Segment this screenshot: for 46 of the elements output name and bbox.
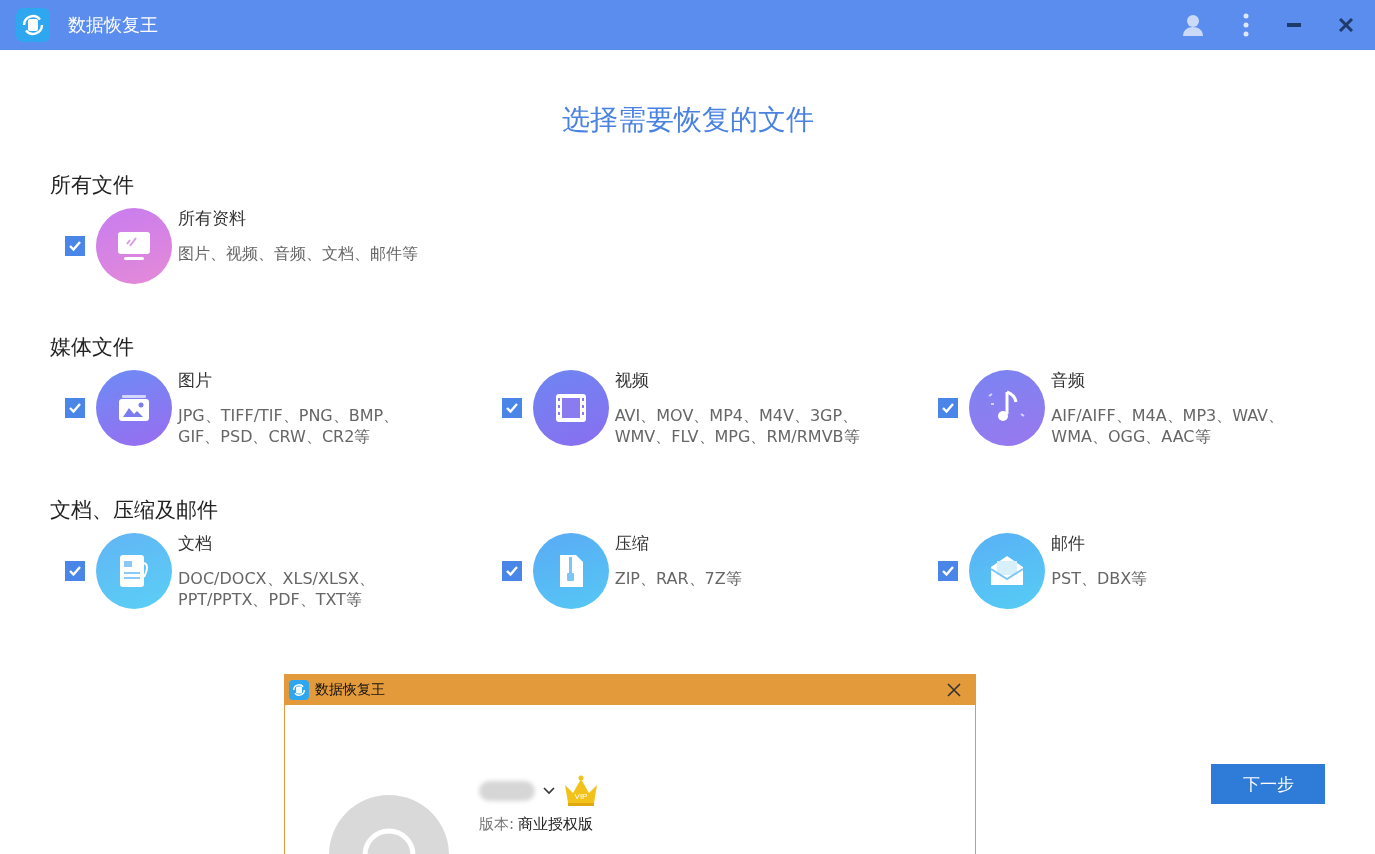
checkmark-icon — [504, 401, 519, 415]
checkmark-icon — [68, 401, 82, 415]
checkbox[interactable] — [938, 398, 959, 418]
next-button[interactable]: 下一步 — [1211, 764, 1325, 804]
file-formats: 图片、视频、音频、文档、邮件等 — [178, 243, 419, 264]
section-title: 媒体文件 — [50, 334, 135, 361]
category-name: 所有资料 — [178, 207, 247, 230]
file-formats: AIF/AIFF、M4A、MP3、WAV、WMA、OGG、AAC等 — [1051, 405, 1286, 447]
version-label: 版本: — [479, 815, 515, 833]
category-name: 邮件 — [1051, 532, 1087, 555]
file-formats: ZIP、RAR、7Z等 — [614, 568, 743, 589]
checkbox[interactable] — [65, 236, 85, 256]
chevron-down-icon[interactable] — [543, 787, 555, 795]
file-formats: JPG、TIFF/TIF、PNG、BMP、GIF、PSD、CRW、CR2等 — [178, 405, 401, 447]
close-icon[interactable] — [1339, 18, 1353, 32]
checkmark-icon — [504, 564, 519, 578]
checkbox[interactable] — [65, 561, 85, 581]
close-icon[interactable] — [947, 683, 961, 697]
dialog-title: 数据恢复王 — [315, 681, 385, 699]
blurred-username — [479, 781, 535, 801]
checkbox[interactable] — [501, 398, 522, 418]
checkmark-icon — [941, 564, 956, 578]
checkmark-icon — [68, 564, 82, 578]
file-formats: PST、DBX等 — [1051, 568, 1149, 589]
category-name: 压缩 — [614, 532, 650, 555]
category-name: 音频 — [1051, 369, 1087, 392]
category-name: 图片 — [178, 369, 213, 392]
file-formats: AVI、MOV、MP4、M4V、3GP、WMV、FLV、MPG、RM/RMVB等 — [614, 405, 861, 447]
file-formats: DOC/DOCX、XLS/XLSX、PPT/PPTX、PDF、TXT等 — [178, 568, 376, 610]
checkbox[interactable] — [938, 561, 959, 581]
more-menu-icon[interactable] — [1243, 13, 1249, 37]
checkbox[interactable] — [65, 398, 85, 418]
category-name: 文档 — [178, 532, 213, 555]
section-title: 文档、压缩及邮件 — [50, 497, 219, 524]
section-title: 所有文件 — [50, 172, 135, 199]
page-heading: 选择需要恢复的文件 — [560, 102, 815, 138]
app-logo-icon — [289, 680, 309, 700]
checkmark-icon — [68, 239, 82, 253]
category-name: 视频 — [614, 369, 650, 392]
checkmark-icon — [941, 401, 956, 415]
minimize-icon[interactable] — [1287, 22, 1301, 28]
version-value: 商业授权版 — [518, 815, 594, 833]
checkbox[interactable] — [501, 561, 522, 581]
app-logo-icon — [16, 8, 50, 42]
window-title: 数据恢复王 — [68, 13, 158, 37]
user-icon[interactable] — [1181, 13, 1205, 37]
